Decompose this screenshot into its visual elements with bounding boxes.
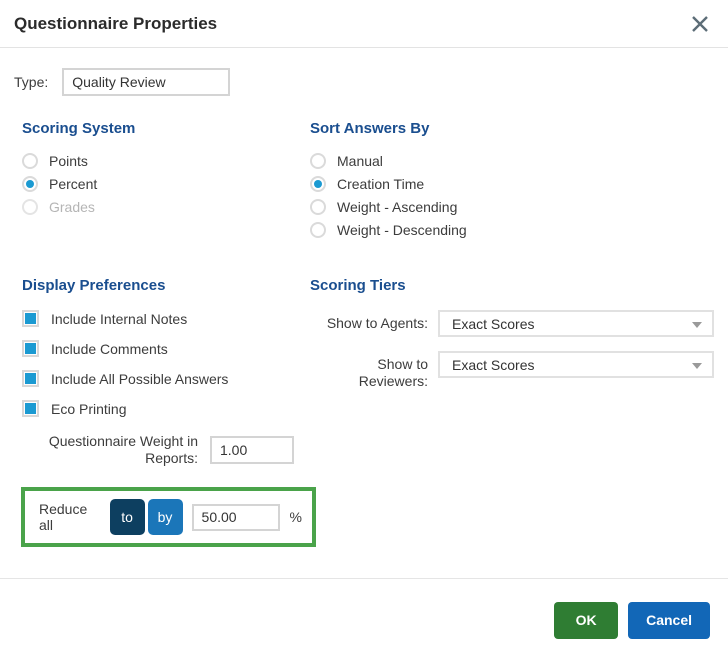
questionnaire-weight-label: Questionnaire Weight in Reports: xyxy=(40,433,198,467)
top-sections: Scoring System Points Percent Grades Sor… xyxy=(14,120,714,547)
checkbox-checked-icon xyxy=(22,400,39,417)
close-icon xyxy=(690,14,710,34)
radio-option-manual[interactable]: Manual xyxy=(310,153,714,169)
checkbox-include-internal-notes[interactable]: Include Internal Notes xyxy=(22,310,302,327)
type-row: Type: xyxy=(14,68,714,96)
show-to-reviewers-select[interactable]: Exact Scores xyxy=(438,351,714,378)
dialog-title: Questionnaire Properties xyxy=(14,14,217,34)
selected-value: Exact Scores xyxy=(452,316,534,332)
reduce-value-input[interactable] xyxy=(192,504,280,531)
dialog-header: Questionnaire Properties xyxy=(0,0,728,48)
reduce-all-highlight-box: Reduce all to by % xyxy=(21,487,316,547)
sort-answers-by-section: Sort Answers By Manual Creation Time Wei… xyxy=(302,120,714,245)
dialog-footer: OK Cancel xyxy=(0,578,728,661)
scoring-tiers-heading: Scoring Tiers xyxy=(310,277,714,294)
chevron-down-icon xyxy=(692,363,702,369)
scoring-system-section: Scoring System Points Percent Grades xyxy=(14,120,302,245)
radio-option-points[interactable]: Points xyxy=(22,153,302,169)
type-input[interactable] xyxy=(62,68,230,96)
checkbox-include-comments[interactable]: Include Comments xyxy=(22,340,302,357)
radio-option-weight-descending[interactable]: Weight - Descending xyxy=(310,222,714,238)
display-preferences-heading: Display Preferences xyxy=(22,277,302,294)
type-label: Type: xyxy=(14,74,48,90)
show-to-agents-label: Show to Agents: xyxy=(310,310,428,332)
reduce-all-label: Reduce all xyxy=(39,501,102,533)
radio-icon xyxy=(22,153,38,169)
checkbox-checked-icon xyxy=(22,340,39,357)
checkbox-include-all-possible-answers[interactable]: Include All Possible Answers xyxy=(22,370,302,387)
questionnaire-properties-dialog: Questionnaire Properties Type: Scoring S… xyxy=(0,0,728,661)
sort-answers-by-heading: Sort Answers By xyxy=(310,120,714,137)
show-to-agents-row: Show to Agents: Exact Scores xyxy=(310,310,714,337)
ok-button[interactable]: OK xyxy=(554,602,618,639)
checkbox-checked-icon xyxy=(22,310,39,327)
reduce-by-button[interactable]: by xyxy=(148,499,183,535)
radio-option-percent[interactable]: Percent xyxy=(22,176,302,192)
scoring-system-heading: Scoring System xyxy=(22,120,302,137)
radio-icon xyxy=(310,153,326,169)
show-to-reviewers-label: Show to Reviewers: xyxy=(310,351,428,390)
close-button[interactable] xyxy=(688,12,712,36)
radio-icon xyxy=(310,199,326,215)
radio-selected-icon xyxy=(22,176,38,192)
radio-option-weight-ascending[interactable]: Weight - Ascending xyxy=(310,199,714,215)
questionnaire-weight-row: Questionnaire Weight in Reports: xyxy=(40,433,302,467)
show-to-agents-select[interactable]: Exact Scores xyxy=(438,310,714,337)
checkbox-checked-icon xyxy=(22,370,39,387)
radio-icon xyxy=(310,222,326,238)
chevron-down-icon xyxy=(692,322,702,328)
radio-selected-icon xyxy=(310,176,326,192)
dialog-body: Type: Scoring System Points Percent Grad… xyxy=(0,68,728,547)
selected-value: Exact Scores xyxy=(452,357,534,373)
checkbox-eco-printing[interactable]: Eco Printing xyxy=(22,400,302,417)
questionnaire-weight-input[interactable] xyxy=(210,436,294,464)
show-to-reviewers-row: Show to Reviewers: Exact Scores xyxy=(310,351,714,390)
radio-disabled-icon xyxy=(22,199,38,215)
display-preferences-section: Display Preferences Include Internal Not… xyxy=(14,277,302,547)
reduce-to-button[interactable]: to xyxy=(110,499,145,535)
radio-option-creation-time[interactable]: Creation Time xyxy=(310,176,714,192)
radio-option-grades: Grades xyxy=(22,199,302,215)
scoring-tiers-section: Scoring Tiers Show to Agents: Exact Scor… xyxy=(302,277,714,547)
percent-sign-label: % xyxy=(290,509,302,525)
cancel-button[interactable]: Cancel xyxy=(628,602,710,639)
